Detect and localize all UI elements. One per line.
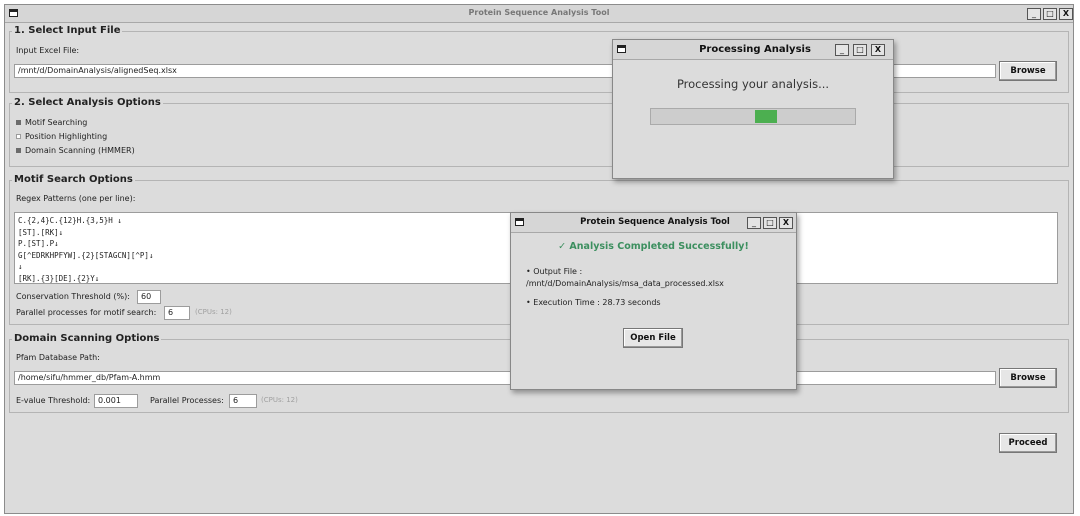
pfam-path-label: Pfam Database Path: <box>16 353 100 362</box>
close-button[interactable]: X <box>871 44 885 56</box>
domain-cpus-hint: (CPUs: 12) <box>261 396 298 404</box>
close-button[interactable]: X <box>779 217 793 229</box>
minimize-button[interactable]: _ <box>1027 8 1041 20</box>
open-file-button[interactable]: Open File <box>623 328 683 348</box>
option-label: Motif Searching <box>25 118 88 127</box>
pfam-browse-button[interactable]: Browse <box>999 368 1057 388</box>
window-title: Protein Sequence Analysis Tool <box>468 8 610 17</box>
window-icon <box>617 45 626 53</box>
maximize-button[interactable]: □ <box>1043 8 1057 20</box>
option-motif-searching[interactable]: Motif Searching <box>16 118 87 127</box>
result-dialog-title-bar: Protein Sequence Analysis Tool _ □ X <box>511 213 796 233</box>
input-file-section-title: 1. Select Input File <box>12 25 123 36</box>
input-file-section <box>9 31 1069 93</box>
output-file-label: • Output File : <box>526 267 583 276</box>
window-icon <box>515 218 524 226</box>
result-dialog: Protein Sequence Analysis Tool _ □ X ✓ A… <box>510 212 797 390</box>
evalue-threshold-label: E-value Threshold: <box>16 396 91 405</box>
checkbox-checked[interactable] <box>16 120 21 125</box>
close-button[interactable]: X <box>1059 8 1073 20</box>
result-dialog-title: Protein Sequence Analysis Tool <box>580 217 730 227</box>
conservation-threshold-field[interactable]: 60 <box>137 290 161 304</box>
motif-cpus-hint: (CPUs: 12) <box>195 308 232 316</box>
option-domain-scanning[interactable]: Domain Scanning (HMMER) <box>16 146 135 155</box>
maximize-button[interactable]: □ <box>763 217 777 229</box>
success-message: ✓ Analysis Completed Successfully! <box>558 241 749 252</box>
output-file-path: /mnt/d/DomainAnalysis/msa_data_processed… <box>526 279 724 288</box>
pfam-path-field[interactable]: /home/sifu/hmmer_db/Pfam-A.hmm <box>14 371 996 385</box>
evalue-threshold-field[interactable]: 0.001 <box>94 394 138 408</box>
execution-time: • Execution Time : 28.73 seconds <box>526 298 661 307</box>
motif-parallel-label: Parallel processes for motif search: <box>16 308 157 317</box>
regex-patterns-label: Regex Patterns (one per line): <box>16 194 136 203</box>
processing-progress-bar <box>650 108 856 125</box>
maximize-button[interactable]: □ <box>853 44 867 56</box>
conservation-threshold-label: Conservation Threshold (%): <box>16 292 130 301</box>
minimize-button[interactable]: _ <box>835 44 849 56</box>
option-label: Domain Scanning (HMMER) <box>25 146 135 155</box>
domain-options-title: Domain Scanning Options <box>12 333 162 344</box>
input-file-label: Input Excel File: <box>16 46 80 55</box>
analysis-options-title: 2. Select Analysis Options <box>12 97 163 108</box>
processing-dialog-title-bar: Processing Analysis _ □ X <box>613 40 893 60</box>
input-browse-button[interactable]: Browse <box>999 61 1057 81</box>
checkbox-unchecked[interactable] <box>16 134 21 139</box>
minimize-button[interactable]: _ <box>747 217 761 229</box>
option-label: Position Highlighting <box>25 132 108 141</box>
motif-parallel-spinbox[interactable]: 6 <box>164 306 190 320</box>
processing-dialog: Processing Analysis _ □ X Processing you… <box>612 39 894 179</box>
main-title-bar: Protein Sequence Analysis Tool _ □ X <box>5 5 1073 23</box>
domain-parallel-label: Parallel Processes: <box>150 396 224 405</box>
progress-indicator <box>755 110 777 123</box>
analysis-options-section <box>9 103 1069 167</box>
domain-parallel-spinbox[interactable]: 6 <box>229 394 257 408</box>
checkbox-checked[interactable] <box>16 148 21 153</box>
processing-dialog-title: Processing Analysis <box>699 44 811 55</box>
option-position-highlighting[interactable]: Position Highlighting <box>16 132 107 141</box>
processing-message: Processing your analysis... <box>676 77 830 91</box>
motif-options-title: Motif Search Options <box>12 174 135 185</box>
proceed-button[interactable]: Proceed <box>999 433 1057 453</box>
